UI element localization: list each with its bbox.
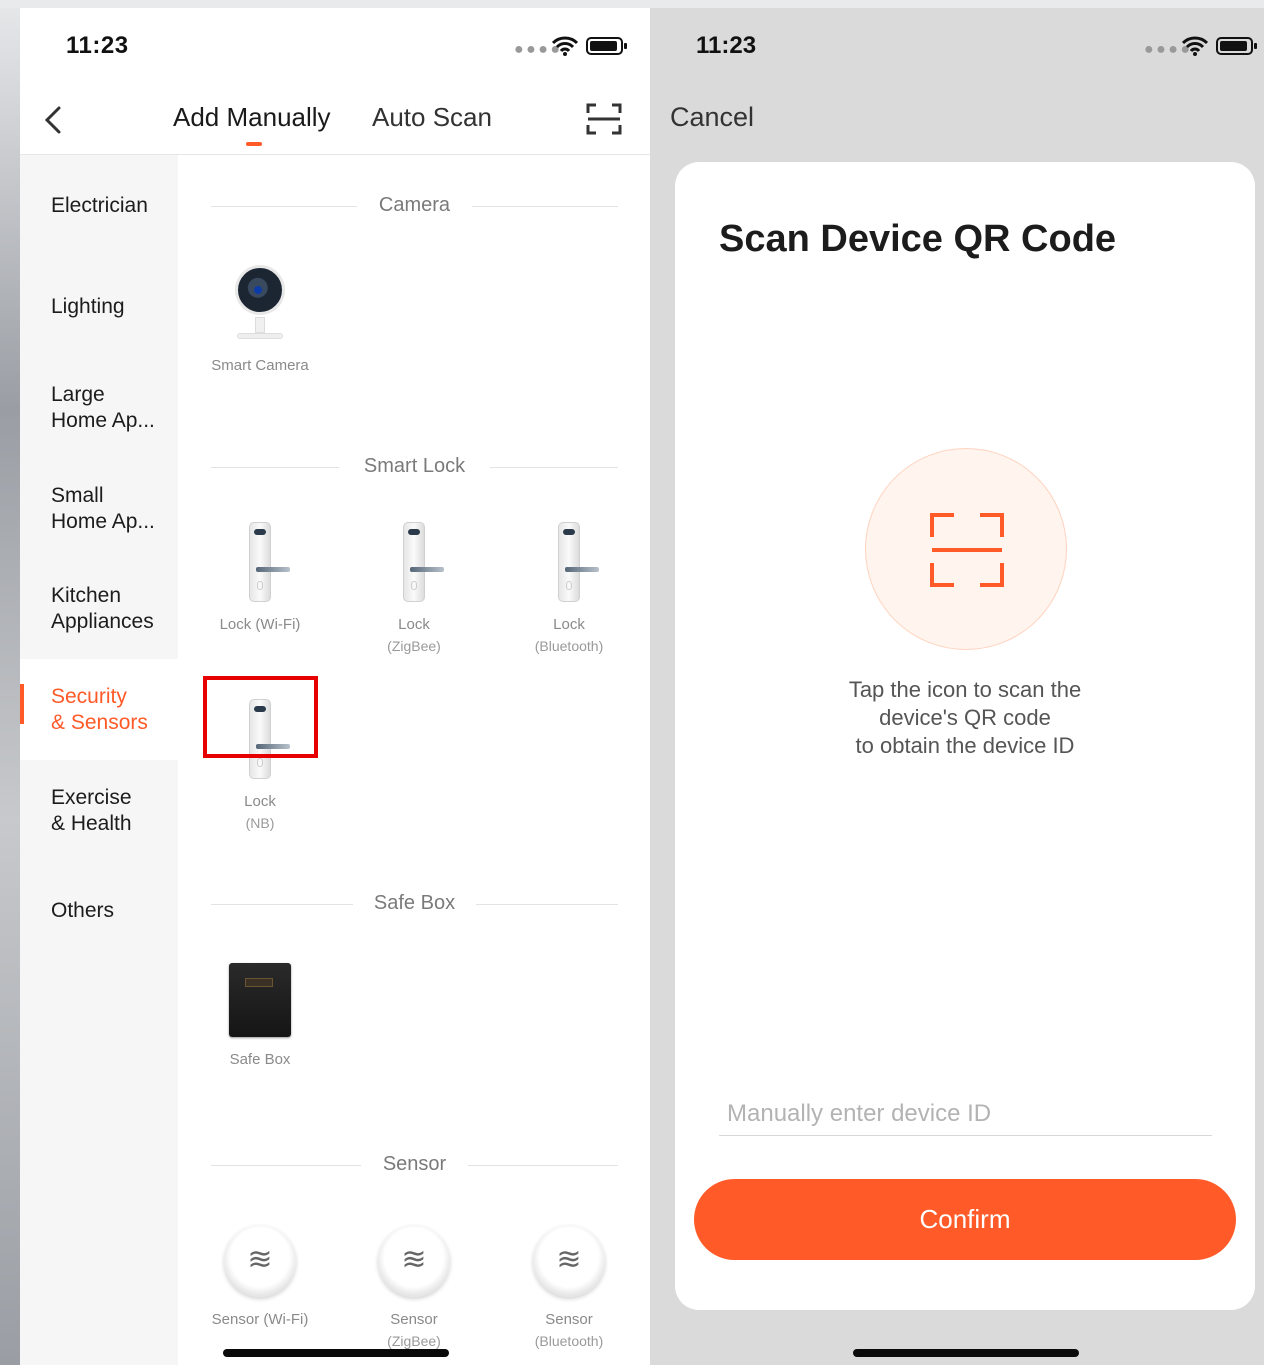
- background-edge: [0, 0, 20, 1365]
- sensor-icon: ≋: [224, 1225, 296, 1297]
- tab-add-manually[interactable]: Add Manually: [173, 102, 331, 133]
- qr-scan-icon[interactable]: [586, 102, 622, 136]
- device-list: Camera Smart Camera Smart Lock Lock (Wi-…: [178, 155, 650, 1365]
- active-tab-indicator: [246, 142, 262, 146]
- divider: [468, 1165, 618, 1166]
- cancel-button[interactable]: Cancel: [670, 102, 754, 133]
- lock-icon: [249, 522, 290, 602]
- lock-icon: [403, 522, 444, 602]
- sidebar-item-small-home-appliances[interactable]: Small Home Ap...: [20, 483, 178, 535]
- sidebar-item-label: Others: [51, 899, 115, 922]
- device-smart-camera[interactable]: Smart Camera: [190, 265, 330, 377]
- sidebar-item-label: Electrician: [51, 194, 148, 217]
- sidebar-item-label: Large: [51, 383, 105, 406]
- device-name: Safe Box: [229, 1051, 291, 1068]
- sidebar-item-label: Kitchen: [51, 584, 122, 607]
- sidebar-item-label: Lighting: [51, 295, 125, 318]
- device-lock-bluetooth[interactable]: Lock (Bluetooth): [499, 522, 639, 656]
- sidebar-item-exercise-health[interactable]: Exercise & Health: [20, 785, 178, 837]
- divider: [476, 904, 618, 905]
- safe-box-icon: [229, 963, 291, 1037]
- home-indicator: [853, 1349, 1079, 1357]
- sidebar-item-lighting[interactable]: Lighting: [20, 294, 178, 320]
- sidebar-item-label: Exercise: [51, 786, 132, 809]
- sidebar-item-label: Appliances: [51, 610, 154, 633]
- camera-icon: [233, 265, 287, 343]
- tab-auto-scan[interactable]: Auto Scan: [372, 102, 492, 133]
- back-arrow-icon[interactable]: [40, 102, 70, 138]
- top-navigation: Add Manually Auto Scan: [20, 88, 650, 155]
- device-sensor-bluetooth[interactable]: ≋ Sensor (Bluetooth): [499, 1225, 639, 1351]
- home-indicator: [223, 1349, 449, 1357]
- sidebar-item-label: & Health: [51, 812, 132, 835]
- active-category-bar: [20, 684, 24, 724]
- device-lock-zigbee[interactable]: Lock (ZigBee): [344, 522, 484, 656]
- device-protocol: (NB): [245, 815, 275, 831]
- device-lock-wifi[interactable]: Lock (Wi-Fi): [190, 522, 330, 636]
- section-header-safe-box: Safe Box: [211, 890, 618, 920]
- status-time: 11:23: [66, 32, 129, 59]
- device-name: Lock: [553, 616, 585, 633]
- scan-instructions: Tap the icon to scan the device's QR cod…: [675, 676, 1255, 760]
- dialog-title: Scan Device QR Code: [719, 218, 1117, 260]
- add-device-screen: 11:23 ● ● ● ● Add Manually Auto Scan Ele…: [20, 8, 650, 1365]
- instruction-line: to obtain the device ID: [855, 733, 1075, 758]
- divider: [472, 206, 618, 207]
- device-id-input[interactable]: [719, 1092, 1212, 1136]
- divider: [490, 467, 618, 468]
- wifi-icon: [1182, 36, 1208, 56]
- sidebar-item-electrician[interactable]: Electrician: [20, 193, 178, 219]
- sidebar-item-large-home-appliances[interactable]: Large Home Ap...: [20, 382, 178, 434]
- background-top: [0, 0, 1264, 8]
- selection-highlight-box: [203, 676, 318, 758]
- device-protocol: (ZigBee): [387, 638, 441, 654]
- section-header-camera: Camera: [211, 192, 618, 222]
- device-sensor-zigbee[interactable]: ≋ Sensor (ZigBee): [344, 1225, 484, 1351]
- device-protocol: (ZigBee): [387, 1333, 441, 1349]
- device-protocol: (Bluetooth): [534, 638, 604, 654]
- wifi-icon: [552, 36, 578, 56]
- device-name: Sensor: [390, 1311, 438, 1328]
- sidebar-item-security-sensors[interactable]: Security & Sensors: [20, 659, 178, 760]
- scan-dialog-card: Scan Device QR Code Tap the icon to scan…: [675, 162, 1255, 1310]
- device-name: Lock: [244, 793, 276, 810]
- category-sidebar: Electrician Lighting Large Home Ap... Sm…: [20, 155, 178, 1365]
- confirm-button[interactable]: Confirm: [694, 1179, 1236, 1260]
- device-safe-box[interactable]: Safe Box: [190, 963, 330, 1071]
- sidebar-item-label: Security: [51, 685, 127, 708]
- scan-qr-screen: 11:23 ● ● ● ● Cancel Scan Device QR Code…: [650, 8, 1264, 1365]
- device-protocol: (Bluetooth): [534, 1333, 604, 1349]
- battery-icon: [586, 37, 627, 55]
- sidebar-item-label: Home Ap...: [51, 409, 155, 432]
- sensor-icon: ≋: [533, 1225, 605, 1297]
- sensor-icon: ≋: [378, 1225, 450, 1297]
- instruction-line: Tap the icon to scan the: [848, 677, 1082, 702]
- status-bar: 11:23 ● ● ● ●: [20, 8, 650, 88]
- battery-icon: [1216, 37, 1257, 55]
- sidebar-item-label: Home Ap...: [51, 510, 155, 533]
- status-time: 11:23: [696, 32, 757, 59]
- device-name: Sensor: [545, 1311, 593, 1328]
- sidebar-item-label: Small: [51, 484, 104, 507]
- instruction-line: device's QR code: [879, 705, 1051, 730]
- sidebar-item-others[interactable]: Others: [20, 898, 178, 924]
- sidebar-item-kitchen-appliances[interactable]: Kitchen Appliances: [20, 583, 178, 635]
- device-name: Sensor (Wi-Fi): [211, 1311, 309, 1328]
- section-header-smart-lock: Smart Lock: [211, 453, 618, 483]
- sidebar-item-label: & Sensors: [51, 711, 148, 734]
- device-name: Smart Camera: [211, 357, 309, 374]
- section-header-sensor: Sensor: [211, 1151, 618, 1181]
- device-name: Lock: [398, 616, 430, 633]
- scan-qr-button[interactable]: [865, 448, 1067, 650]
- qr-scan-icon: [930, 513, 1004, 587]
- device-sensor-wifi[interactable]: ≋ Sensor (Wi-Fi): [190, 1225, 330, 1331]
- device-name: Lock (Wi-Fi): [219, 616, 301, 633]
- lock-icon: [558, 522, 599, 602]
